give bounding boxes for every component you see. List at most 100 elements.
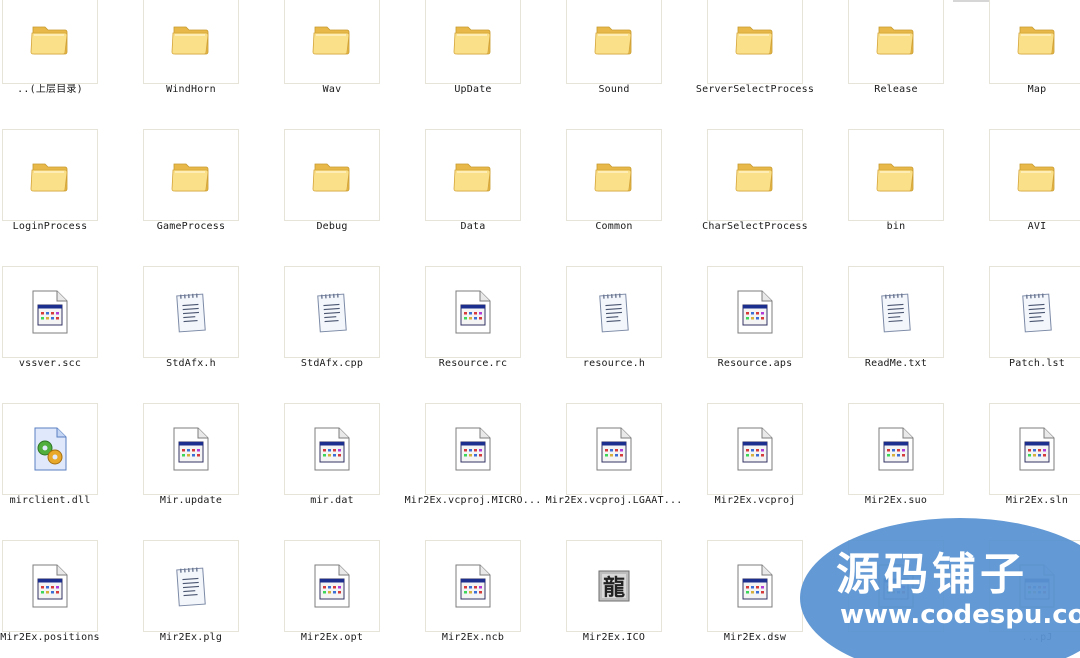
file-name-label: GameProcess — [156, 221, 226, 232]
folder-icon[interactable] — [707, 129, 803, 221]
folder-icon[interactable] — [566, 129, 662, 221]
file-name-label: Data — [460, 221, 486, 232]
file-item[interactable]: mirclient.dll — [1, 403, 142, 540]
file-item[interactable]: bin — [847, 129, 988, 266]
app-file-icon[interactable] — [707, 266, 803, 358]
text-file-icon[interactable] — [848, 266, 944, 358]
file-item[interactable]: Resource.rc — [424, 266, 565, 403]
file-name-label: CharSelectProcess — [702, 221, 808, 232]
folder-icon[interactable] — [143, 0, 239, 84]
folder-icon[interactable] — [284, 0, 380, 84]
file-name-label: Mir2Ex.dsw — [723, 632, 787, 643]
file-name-label: Sound — [598, 84, 630, 95]
text-file-icon[interactable] — [566, 266, 662, 358]
app-file-icon[interactable] — [989, 403, 1080, 495]
file-item[interactable]: vssver.scc — [1, 266, 142, 403]
app-file-icon[interactable] — [848, 540, 944, 632]
app-file-icon[interactable] — [284, 403, 380, 495]
file-item[interactable]: Patch.lst — [988, 266, 1080, 403]
file-item[interactable]: Mir2Ex.suo — [847, 403, 988, 540]
folder-icon[interactable] — [989, 0, 1080, 84]
folder-icon[interactable] — [848, 0, 944, 84]
app-file-icon[interactable] — [989, 540, 1080, 632]
file-name-label: Mir2Ex.vcproj.LGAAT... — [545, 495, 683, 506]
file-name-label: Mir2Ex.ICO — [582, 632, 646, 643]
file-name-label: Resource.aps — [717, 358, 793, 369]
file-item[interactable]: UpDate — [424, 0, 565, 129]
text-file-icon[interactable] — [989, 266, 1080, 358]
file-item[interactable]: GameProcess — [142, 129, 283, 266]
file-item[interactable]: Sound — [565, 0, 706, 129]
file-name-label: StdAfx.h — [166, 358, 216, 369]
folder-icon[interactable] — [284, 129, 380, 221]
folder-icon[interactable] — [2, 129, 98, 221]
file-name-label: UpDate — [454, 84, 492, 95]
file-browser-thumbnail-view: ..(上层目录) WindHorn Wav UpDate Sound ServerSele… — [0, 0, 1080, 658]
file-item[interactable]: Map — [988, 0, 1080, 129]
svg-text:龍: 龍 — [603, 575, 625, 601]
file-name-label: mir.dat — [310, 495, 354, 506]
file-item[interactable]: WindHorn — [142, 0, 283, 129]
app-file-icon[interactable] — [848, 403, 944, 495]
file-item[interactable]: CharSelectProcess — [702, 129, 847, 266]
dragon-ico-icon[interactable]: 龍 — [566, 540, 662, 632]
file-item[interactable]: resource.h — [565, 266, 706, 403]
folder-icon[interactable] — [425, 0, 521, 84]
file-name-label: Wav — [322, 84, 342, 95]
file-item[interactable]: Mir2Ex.vcproj — [706, 403, 847, 540]
file-item[interactable]: ReadMe.txt — [847, 266, 988, 403]
folder-icon[interactable] — [425, 129, 521, 221]
app-file-icon[interactable] — [284, 540, 380, 632]
app-file-icon[interactable] — [707, 540, 803, 632]
file-name-label: Patch.lst — [1009, 358, 1065, 369]
file-item[interactable]: ..(上层目录) — [1, 0, 142, 129]
app-file-icon[interactable] — [2, 540, 98, 632]
file-name-label: Mir2Ex.positions — [0, 632, 100, 643]
file-name-label: Resource.rc — [438, 358, 508, 369]
app-file-icon[interactable] — [707, 403, 803, 495]
file-name-label: Mir2Ex.vcproj — [714, 495, 796, 506]
folder-icon[interactable] — [143, 129, 239, 221]
file-name-label: LoginProcess — [12, 221, 88, 232]
file-item[interactable]: Mir2Ex.sln — [988, 403, 1080, 540]
file-item[interactable]: Wav — [283, 0, 424, 129]
dll-file-icon[interactable] — [2, 403, 98, 495]
file-item[interactable]: mir.dat — [283, 403, 424, 540]
file-item[interactable]: AVI — [988, 129, 1080, 266]
file-name-label: ReadMe.txt — [864, 358, 928, 369]
file-item[interactable]: Release — [847, 0, 988, 129]
app-file-icon[interactable] — [425, 540, 521, 632]
app-file-icon[interactable] — [425, 403, 521, 495]
folder-icon[interactable] — [566, 0, 662, 84]
file-name-label: Mir2Ex.ncb — [441, 632, 505, 643]
file-item[interactable]: StdAfx.cpp — [283, 266, 424, 403]
file-item[interactable]: Mir2Ex.dsw — [706, 540, 847, 658]
file-name-label: Mir2Ex.opt — [300, 632, 364, 643]
text-file-icon[interactable] — [143, 266, 239, 358]
folder-icon[interactable] — [848, 129, 944, 221]
app-file-icon[interactable] — [143, 403, 239, 495]
app-file-icon[interactable] — [2, 266, 98, 358]
app-file-icon[interactable] — [566, 403, 662, 495]
file-item[interactable]: Common — [565, 129, 706, 266]
folder-icon[interactable] — [707, 0, 803, 84]
app-file-icon[interactable] — [425, 266, 521, 358]
file-item[interactable]: ...pJ — [988, 540, 1080, 658]
file-item[interactable]: Debug — [283, 129, 424, 266]
file-item[interactable]: StdAfx.h — [142, 266, 283, 403]
file-item[interactable]: Mir.update — [142, 403, 283, 540]
file-item[interactable]: Mir2Ex.vcproj.LGAAT... — [546, 403, 706, 540]
file-item[interactable]: ServerSelectProcess — [696, 0, 847, 129]
file-name-label: bin — [886, 221, 906, 232]
file-item[interactable]: Resource.aps — [706, 266, 847, 403]
text-file-icon[interactable] — [143, 540, 239, 632]
file-item[interactable]: Mir2Ex.vcproj.MICRO... — [405, 403, 565, 540]
file-name-label: AVI — [1027, 221, 1047, 232]
text-file-icon[interactable] — [284, 266, 380, 358]
folder-icon[interactable] — [2, 0, 98, 84]
file-name-label: Mir2Ex.vcproj.MICRO... — [404, 495, 542, 506]
file-item[interactable]: Data — [424, 129, 565, 266]
file-name-label: ServerSelectProcess — [695, 84, 815, 95]
folder-icon[interactable] — [989, 129, 1080, 221]
file-item[interactable]: LoginProcess — [1, 129, 142, 266]
